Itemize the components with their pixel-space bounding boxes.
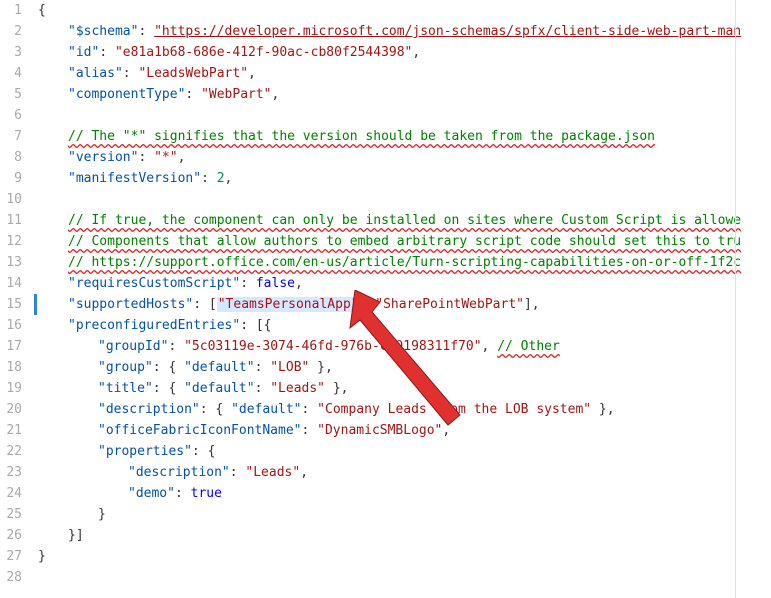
json-key: "officeFabricIconFontName": [98, 423, 302, 438]
json-key: "demo": [128, 486, 175, 501]
json-key: "default": [184, 360, 254, 375]
line-number: 23: [0, 462, 22, 483]
line-number: 13: [0, 252, 22, 273]
json-string: "Leads": [245, 465, 300, 480]
column-ruler: [735, 0, 736, 598]
code-comment: // The "*" signifies that the version sh…: [68, 129, 655, 144]
line-number: 11: [0, 210, 22, 231]
json-boolean: false: [256, 276, 295, 291]
line-number: 9: [0, 168, 22, 189]
line-number: 12: [0, 231, 22, 252]
brace-close: }]: [68, 528, 84, 543]
json-key: "group": [98, 360, 153, 375]
line-number: 28: [0, 567, 22, 588]
line-number: 5: [0, 84, 22, 105]
json-string: "LOB": [270, 360, 309, 375]
line-number: 8: [0, 147, 22, 168]
code-comment: // Other: [497, 339, 560, 354]
line-number: 18: [0, 357, 22, 378]
code-comment: // Components that allow authors to embe…: [68, 234, 741, 249]
json-number: 2: [217, 171, 225, 186]
code-comment: // If true, the component can only be in…: [68, 213, 741, 228]
json-key: "properties": [98, 444, 192, 459]
json-boolean: true: [191, 486, 222, 501]
json-string: "Company Leads from the LOB system": [317, 402, 591, 417]
line-number: 1: [0, 0, 22, 21]
line-number: 27: [0, 546, 22, 567]
line-number: 15: [0, 294, 22, 315]
json-key: "$schema": [68, 24, 138, 39]
json-key: "description": [128, 465, 230, 480]
line-number: 3: [0, 42, 22, 63]
json-key: "preconfiguredEntries": [68, 318, 240, 333]
line-number: 17: [0, 336, 22, 357]
json-key: "supportedHosts": [68, 297, 193, 312]
json-key: "groupId": [98, 339, 168, 354]
json-key: "manifestVersion": [68, 171, 201, 186]
json-string: "e81a1b68-686e-412f-90ac-cb80f2544398": [115, 45, 412, 60]
json-string-link[interactable]: "https://developer.microsoft.com/json-sc…: [154, 24, 741, 39]
json-string: "5c03119e-3074-46fd-976b-c60198311f70": [184, 339, 481, 354]
line-change-marker: [34, 294, 37, 315]
line-number: 26: [0, 525, 22, 546]
line-number: 7: [0, 126, 22, 147]
json-string: "Leads": [270, 381, 325, 396]
brace-close: }: [38, 549, 46, 564]
json-string: "SharePointWebPart": [375, 297, 524, 312]
line-number: 20: [0, 399, 22, 420]
line-number: 4: [0, 63, 22, 84]
brace-open: {: [38, 3, 46, 18]
line-number: 10: [0, 189, 22, 210]
line-number: 2: [0, 21, 22, 42]
code-content[interactable]: { "$schema": "https://developer.microsof…: [32, 0, 771, 598]
line-number: 14: [0, 273, 22, 294]
json-string: "DynamicSMBLogo": [317, 423, 442, 438]
code-editor: 1 2 3 4 5 6 7 8 9 10 11 12 13 14 15 16 1…: [0, 0, 771, 598]
line-number: 25: [0, 504, 22, 525]
line-number: 21: [0, 420, 22, 441]
json-string: "LeadsWebPart": [138, 66, 248, 81]
json-key: "title": [98, 381, 153, 396]
json-key: "componentType": [68, 87, 185, 102]
line-number: 19: [0, 378, 22, 399]
json-key: "alias": [68, 66, 123, 81]
code-comment-link[interactable]: // https://support.office.com/en-us/arti…: [68, 255, 741, 270]
json-key: "version": [68, 150, 138, 165]
json-string: "WebPart": [201, 87, 271, 102]
line-number: 16: [0, 315, 22, 336]
line-number-gutter: 1 2 3 4 5 6 7 8 9 10 11 12 13 14 15 16 1…: [0, 0, 32, 598]
line-number: 24: [0, 483, 22, 504]
line-number: 22: [0, 441, 22, 462]
line-number: 6: [0, 105, 22, 126]
brace-close: }: [98, 507, 106, 522]
json-key: "id": [68, 45, 99, 60]
json-string-highlighted: "TeamsPersonalApp": [217, 297, 360, 312]
json-key: "description": [98, 402, 200, 417]
json-key: "default": [184, 381, 254, 396]
json-key: "default": [231, 402, 301, 417]
json-key: "requiresCustomScript": [68, 276, 240, 291]
json-string: "*": [154, 150, 177, 165]
